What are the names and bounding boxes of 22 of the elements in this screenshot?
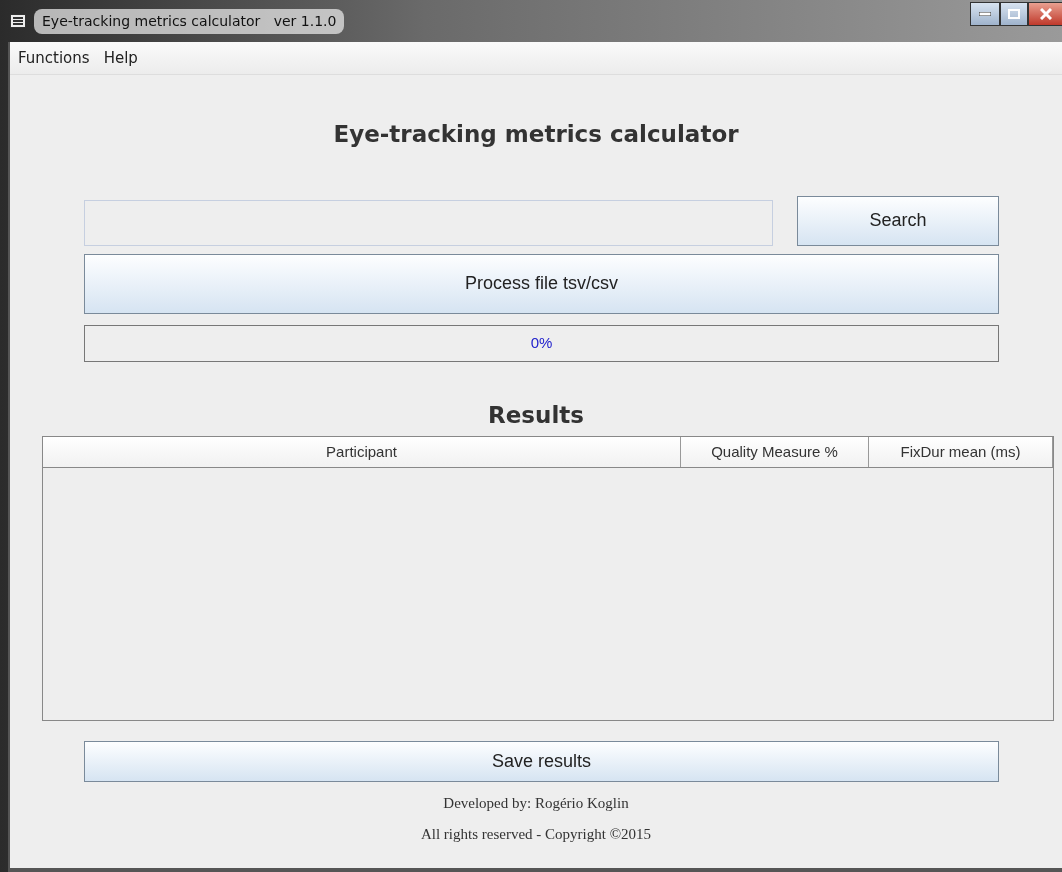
column-header[interactable]: FixDur mean (ms) (869, 437, 1053, 467)
results-heading: Results (487, 400, 585, 430)
app-icon (10, 14, 26, 28)
menu-item[interactable]: Help (103, 46, 138, 70)
process-button[interactable]: Process file tsv/csv (84, 253, 999, 314)
minimize-icon (979, 12, 991, 16)
progress-reading: 0% (530, 332, 553, 353)
close-button[interactable] (1028, 2, 1062, 26)
column-header[interactable]: Participant (43, 437, 681, 467)
search-button[interactable]: Search (797, 195, 999, 246)
file-path-field[interactable] (84, 199, 773, 246)
maximize-icon (1008, 9, 1020, 19)
footer-text: All rights reserved - Copyright ©2015 (419, 824, 653, 844)
column-header[interactable]: Quality Measure % (681, 437, 869, 467)
close-icon (1039, 8, 1052, 20)
maximize-button[interactable] (1000, 2, 1028, 26)
save-results-button[interactable]: Save results (84, 741, 999, 782)
menu-item[interactable]: Functions (18, 46, 90, 70)
footer-text: Developed by: Rogério Koglin (442, 794, 630, 813)
minimize-button[interactable] (970, 2, 1000, 26)
app-heading: Eye-tracking metrics calculator (332, 120, 740, 149)
window-title: Eye-tracking metrics calculator ver 1.1.0 (34, 8, 345, 34)
